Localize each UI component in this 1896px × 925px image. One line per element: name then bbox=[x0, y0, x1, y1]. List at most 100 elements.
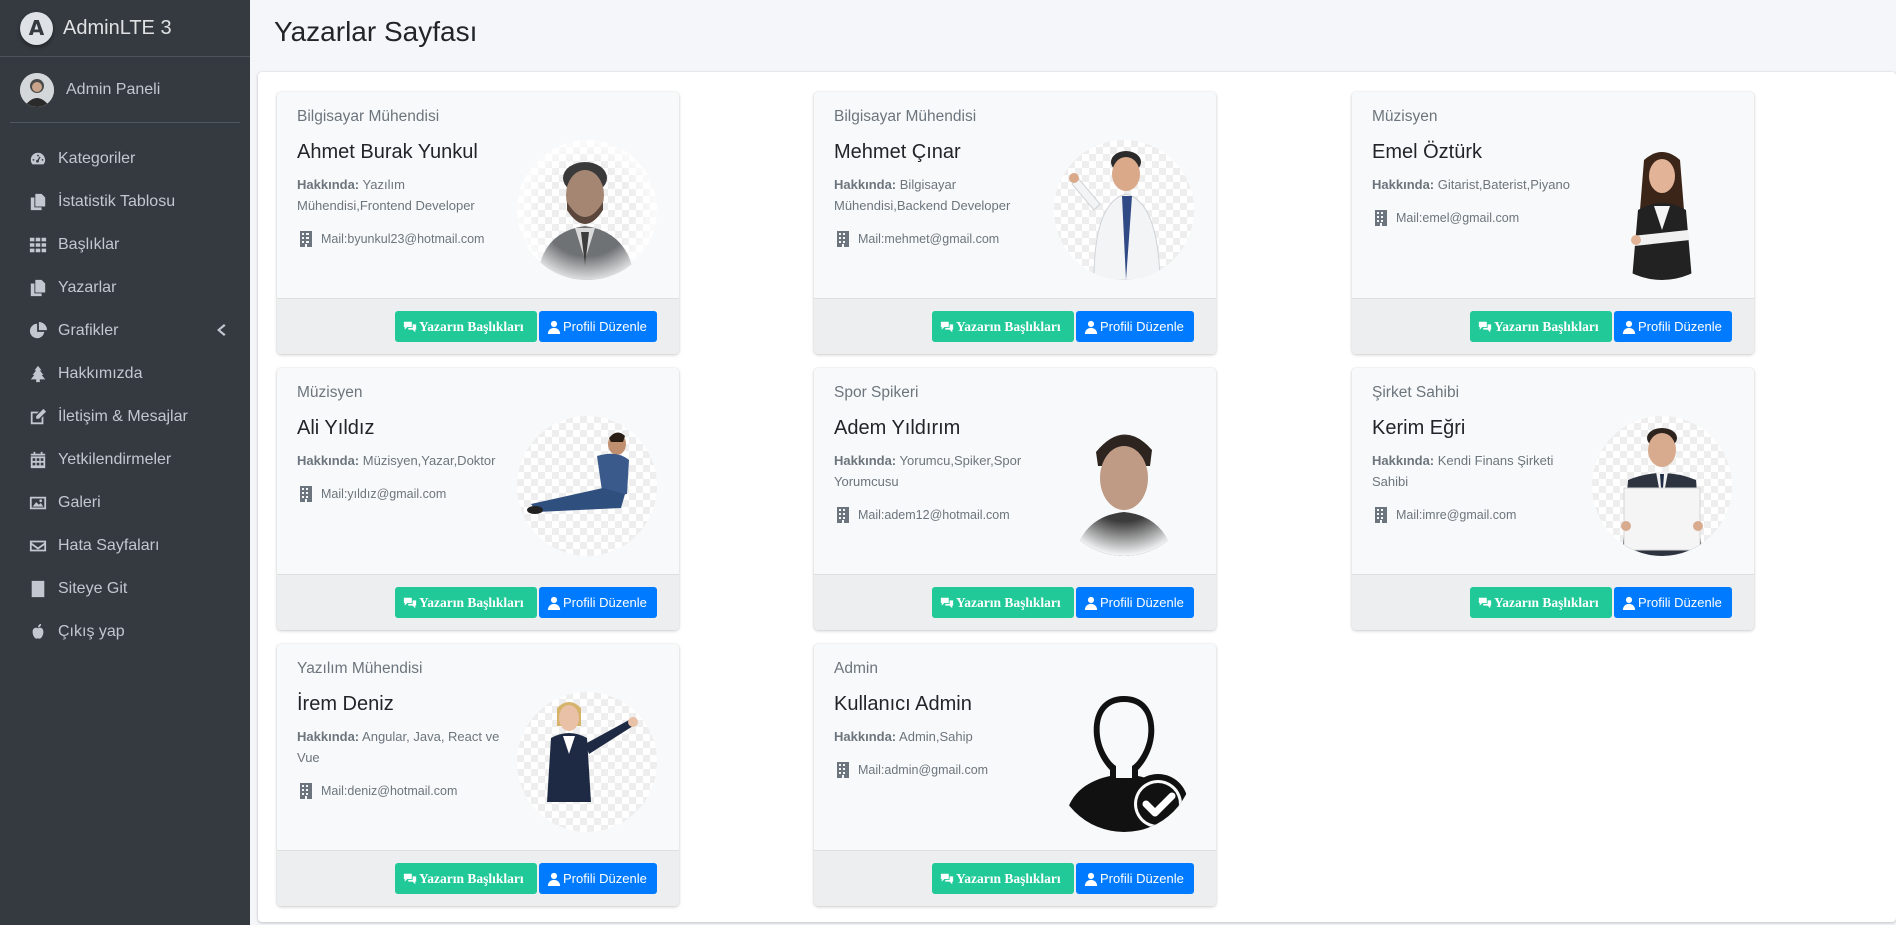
card-footer: Yazarın Başlıkları Profili Düzenle bbox=[1352, 574, 1754, 630]
writer-name: Kerim Eğri bbox=[1372, 417, 1466, 439]
content-header: Yazarlar Sayfası bbox=[250, 0, 1896, 68]
edit-profile-button[interactable]: Profili Düzenle bbox=[1614, 587, 1732, 618]
sidebar-item-label: Grafikler bbox=[58, 321, 119, 339]
card-footer: Yazarın Başlıkları Profili Düzenle bbox=[277, 298, 679, 354]
comments-icon bbox=[940, 873, 954, 884]
sidebar-item-label: Hata Sayfaları bbox=[58, 536, 160, 554]
sidebar-item-hata[interactable]: Hata Sayfaları bbox=[0, 524, 250, 567]
edit-profile-button[interactable]: Profili Düzenle bbox=[1076, 863, 1194, 894]
sidebar-item-label: İletişim & Mesajlar bbox=[58, 407, 188, 425]
building-icon bbox=[836, 231, 850, 247]
writer-titles-button[interactable]: Yazarın Başlıkları bbox=[932, 863, 1074, 894]
user-icon bbox=[1622, 596, 1636, 610]
sidebar-item-label: Çıkış yap bbox=[58, 622, 125, 640]
writer-about: Hakkında: Gitarist,Baterist,Piyano bbox=[1372, 177, 1570, 192]
writer-name: Adem Yıldırım bbox=[834, 417, 961, 439]
user-panel[interactable]: Admin Paneli bbox=[10, 57, 240, 123]
sidebar-item-label: İstatistik Tablosu bbox=[58, 192, 176, 210]
writer-photo bbox=[517, 692, 657, 832]
sidebar-item-basliklar[interactable]: Başlıklar bbox=[0, 223, 250, 266]
sidebar-nav: Kategoriler İstatistik Tablosu Başlıklar… bbox=[0, 123, 250, 653]
writer-titles-button[interactable]: Yazarın Başlıkları bbox=[395, 587, 537, 618]
writer-titles-button[interactable]: Yazarın Başlıkları bbox=[1470, 311, 1612, 342]
writer-titles-button[interactable]: Yazarın Başlıkları bbox=[395, 863, 537, 894]
writer-card: Şirket Sahibi Kerim Eğri Hakkında: Kendi… bbox=[1352, 368, 1754, 630]
sidebar-item-label: Yetkilendirmeler bbox=[58, 450, 172, 468]
writer-photo bbox=[1592, 416, 1732, 556]
writer-card: Admin Kullanıcı Admin Hakkında: Admin,Sa… bbox=[814, 644, 1216, 906]
writer-titles-button[interactable]: Yazarın Başlıkları bbox=[932, 311, 1074, 342]
writer-photo bbox=[1592, 140, 1732, 280]
writer-mail: Mail: emel@gmail.com bbox=[1374, 210, 1519, 226]
writer-mail: Mail: imre@gmail.com bbox=[1374, 507, 1516, 523]
card-footer: Yazarın Başlıkları Profili Düzenle bbox=[814, 850, 1216, 906]
writer-role: Admin bbox=[834, 660, 878, 677]
user-icon bbox=[1622, 320, 1636, 334]
apple-icon bbox=[28, 623, 47, 641]
edit-icon bbox=[28, 408, 47, 426]
writer-name: Ahmet Burak Yunkul bbox=[297, 141, 478, 163]
comments-icon bbox=[403, 597, 417, 608]
building-icon bbox=[1374, 507, 1388, 523]
writer-photo bbox=[1054, 416, 1194, 556]
card-footer: Yazarın Başlıkları Profili Düzenle bbox=[1352, 298, 1754, 354]
sidebar-item-hakkimizda[interactable]: Hakkımızda bbox=[0, 352, 250, 395]
sidebar-item-iletisim[interactable]: İletişim & Mesajlar bbox=[0, 395, 250, 438]
writer-card: Yazılım Mühendisi İrem Deniz Hakkında: A… bbox=[277, 644, 679, 906]
writer-role: Bilgisayar Mühendisi bbox=[297, 108, 440, 125]
sidebar-item-label: Siteye Git bbox=[58, 579, 128, 597]
writer-titles-button[interactable]: Yazarın Başlıkları bbox=[932, 587, 1074, 618]
edit-profile-button[interactable]: Profili Düzenle bbox=[1076, 311, 1194, 342]
writer-role: Müzisyen bbox=[1372, 108, 1438, 125]
sidebar-item-label: Hakkımızda bbox=[58, 364, 143, 382]
edit-profile-button[interactable]: Profili Düzenle bbox=[539, 311, 657, 342]
writer-role: Müzisyen bbox=[297, 384, 363, 401]
building-icon bbox=[299, 486, 313, 502]
writer-photo bbox=[1054, 140, 1194, 280]
writer-mail: Mail: deniz@hotmail.com bbox=[299, 783, 457, 799]
brand-logo: A bbox=[20, 11, 53, 45]
comments-icon bbox=[940, 597, 954, 608]
page-title: Yazarlar Sayfası bbox=[274, 16, 478, 47]
sidebar-item-galeri[interactable]: Galeri bbox=[0, 481, 250, 524]
writer-mail: Mail: mehmet@gmail.com bbox=[836, 231, 999, 247]
writers-container: Bilgisayar Mühendisi Ahmet Burak Yunkul … bbox=[258, 72, 1896, 922]
writer-about: Hakkında: Yazılım Mühendisi,Frontend Dev… bbox=[297, 177, 475, 213]
writer-mail: Mail: admin@gmail.com bbox=[836, 762, 988, 778]
edit-profile-button[interactable]: Profili Düzenle bbox=[1614, 311, 1732, 342]
edit-profile-button[interactable]: Profili Düzenle bbox=[539, 587, 657, 618]
sidebar-item-kategoriler[interactable]: Kategoriler bbox=[0, 137, 250, 180]
sidebar-item-label: Yazarlar bbox=[58, 278, 117, 296]
writer-about: Hakkında: Kendi Finans Şirketi Sahibi bbox=[1372, 453, 1554, 489]
sidebar-item-siteye-git[interactable]: Siteye Git bbox=[0, 567, 250, 610]
writer-photo bbox=[517, 140, 657, 280]
sidebar-item-cikis[interactable]: Çıkış yap bbox=[0, 610, 250, 653]
sidebar-item-istatistik[interactable]: İstatistik Tablosu bbox=[0, 180, 250, 223]
writer-mail: Mail: adem12@hotmail.com bbox=[836, 507, 1010, 523]
user-icon bbox=[1084, 872, 1098, 886]
admin-user-check-icon bbox=[1054, 692, 1194, 832]
edit-profile-button[interactable]: Profili Düzenle bbox=[1076, 587, 1194, 618]
writer-mail: Mail: yıldız@gmail.com bbox=[299, 486, 446, 502]
book-icon bbox=[28, 580, 47, 598]
writer-titles-button[interactable]: Yazarın Başlıkları bbox=[1470, 587, 1612, 618]
writer-photo bbox=[517, 416, 657, 556]
user-icon bbox=[547, 872, 561, 886]
writer-titles-button[interactable]: Yazarın Başlıkları bbox=[395, 311, 537, 342]
sidebar: A AdminLTE 3 Admin Paneli Kategoriler İs… bbox=[0, 0, 250, 925]
user-icon bbox=[547, 320, 561, 334]
sidebar-item-grafikler[interactable]: Grafikler bbox=[0, 309, 250, 352]
brand-link[interactable]: A AdminLTE 3 bbox=[0, 0, 250, 57]
sidebar-item-label: Başlıklar bbox=[58, 235, 120, 253]
writer-about: Hakkında: Angular, Java, React ve Vue bbox=[297, 729, 500, 765]
chevron-left-icon[interactable] bbox=[216, 323, 226, 337]
card-footer: Yazarın Başlıkları Profili Düzenle bbox=[814, 574, 1216, 630]
sidebar-item-yazarlar[interactable]: Yazarlar bbox=[0, 266, 250, 309]
writer-card: Spor Spikeri Adem Yıldırım Hakkında: Yor… bbox=[814, 368, 1216, 630]
edit-profile-button[interactable]: Profili Düzenle bbox=[539, 863, 657, 894]
user-icon bbox=[1084, 596, 1098, 610]
sidebar-item-yetkilendirmeler[interactable]: Yetkilendirmeler bbox=[0, 438, 250, 481]
writer-role: Bilgisayar Mühendisi bbox=[834, 108, 977, 125]
writer-card: Müzisyen Ali Yıldız Hakkında: Müzisyen,Y… bbox=[277, 368, 679, 630]
user-name: Admin Paneli bbox=[66, 80, 161, 98]
